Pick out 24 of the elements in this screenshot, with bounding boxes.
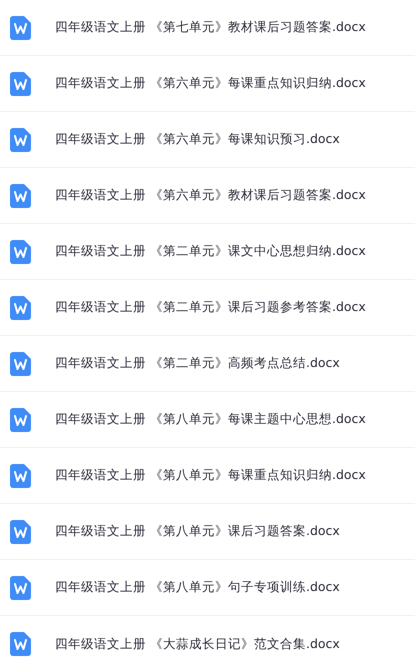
document-icon [10, 520, 31, 544]
file-name[interactable]: 四年级语文上册 《大蒜成长日记》范文合集.docx [55, 636, 340, 652]
file-name[interactable]: 四年级语文上册 《第二单元》课文中心思想归纳.docx [55, 243, 366, 260]
file-name[interactable]: 四年级语文上册 《第六单元》教材课后习题答案.docx [55, 187, 366, 204]
file-name[interactable]: 四年级语文上册 《第二单元》高频考点总结.docx [55, 355, 340, 372]
file-name[interactable]: 四年级语文上册 《第二单元》课后习题参考答案.docx [55, 299, 366, 316]
document-icon [10, 184, 31, 208]
file-name[interactable]: 四年级语文上册 《第六单元》每课重点知识归纳.docx [55, 75, 366, 92]
document-icon [10, 408, 31, 432]
file-name[interactable]: 四年级语文上册 《第八单元》每课重点知识归纳.docx [55, 467, 366, 484]
document-icon [10, 352, 31, 376]
file-name[interactable]: 四年级语文上册 《第八单元》句子专项训练.docx [55, 579, 340, 596]
document-icon [10, 296, 31, 320]
file-name[interactable]: 四年级语文上册 《第八单元》课后习题答案.docx [55, 523, 340, 540]
file-name[interactable]: 四年级语文上册 《第八单元》每课主题中心思想.docx [55, 411, 366, 428]
document-icon [10, 72, 31, 96]
document-icon [10, 632, 31, 656]
document-icon [10, 16, 31, 40]
document-icon [10, 128, 31, 152]
document-icon [10, 576, 31, 600]
file-name[interactable]: 四年级语文上册 《第七单元》教材课后习题答案.docx [55, 19, 366, 36]
document-icon [10, 240, 31, 264]
document-icon [10, 464, 31, 488]
file-name[interactable]: 四年级语文上册 《第六单元》每课知识预习.docx [55, 131, 340, 148]
